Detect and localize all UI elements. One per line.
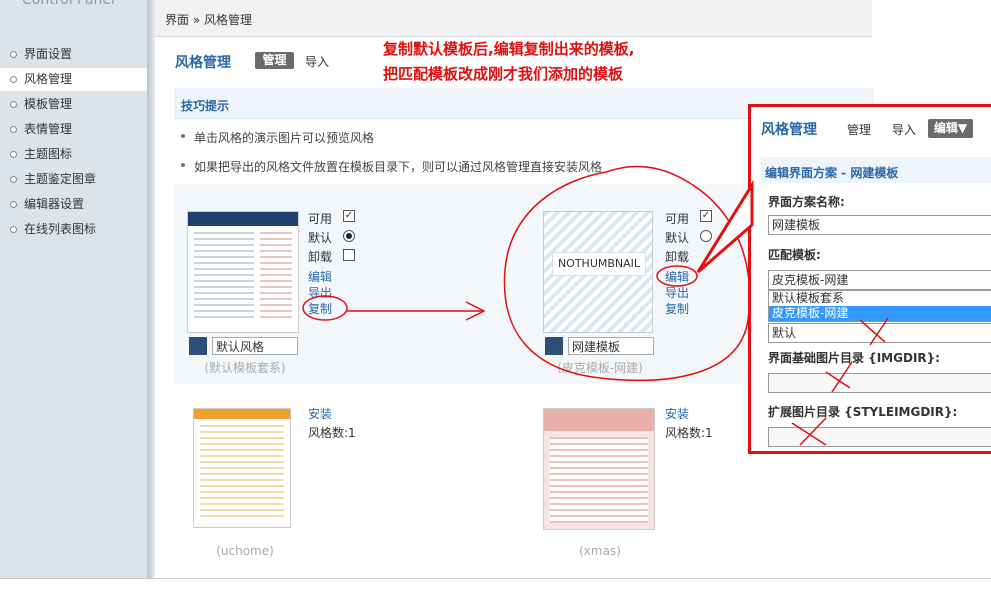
annotation-circle: [302, 295, 348, 321]
annotation-cross: [825, 361, 853, 393]
annotation-marks: [302, 165, 889, 446]
annotation-cross: [791, 417, 827, 446]
callout-pointer: [696, 179, 754, 274]
annotation-loop: [503, 165, 751, 382]
annotation-circle: [656, 265, 698, 287]
annotation-cross: [859, 317, 889, 346]
